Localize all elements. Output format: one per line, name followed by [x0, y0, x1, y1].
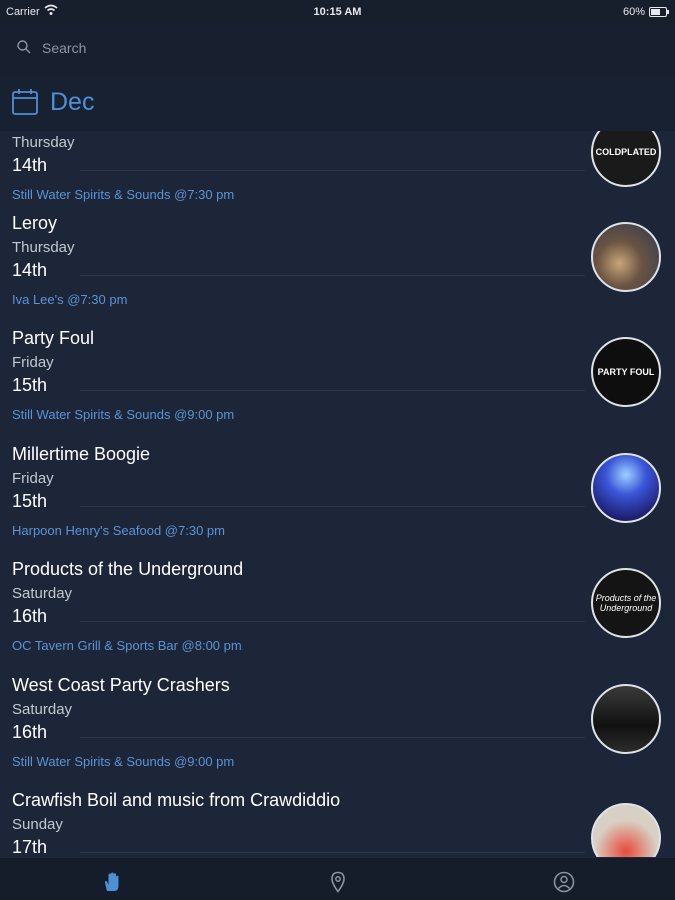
event-weekday: Saturday [12, 701, 73, 718]
event-day: 15th [12, 375, 48, 395]
profile-icon[interactable] [552, 870, 576, 894]
month-title: Dec [50, 88, 95, 116]
row-divider [80, 852, 585, 853]
row-divider [80, 275, 585, 276]
clock-time: 10:15 AM [313, 6, 362, 18]
event-thumbnail [591, 222, 661, 292]
event-title: Leroy [12, 213, 58, 233]
event-thumbnail: PARTY FOUL [591, 337, 661, 407]
event-list: Thursday 14th Still Water Spirits & Soun… [0, 131, 675, 857]
event-item[interactable]: Party Foul Friday 15th Still Water Spiri… [0, 327, 675, 442]
status-bar: Carrier 10:15 AM 60% [0, 0, 675, 24]
event-thumbnail: Products of the Underground [591, 568, 661, 638]
event-title: Products of the Underground [12, 559, 244, 579]
search-bar [0, 24, 675, 76]
row-divider [80, 506, 585, 507]
battery-percentage: 60% [622, 6, 645, 18]
event-item[interactable]: Millertime Boogie Friday 15th Harpoon He… [0, 443, 675, 558]
thumbnail-logo-text: Products of the Underground [595, 593, 657, 613]
search-icon [17, 40, 31, 54]
event-venue: Still Water Spirits & Sounds @9:00 pm [12, 407, 235, 422]
event-item[interactable]: Products of the Underground Saturday 16t… [0, 558, 675, 673]
tab-bar [0, 857, 675, 900]
event-item[interactable]: Crawfish Boil and music from Crawdiddio … [0, 789, 675, 857]
event-venue: Harpoon Henry's Seafood @7:30 pm [12, 523, 225, 538]
event-thumbnail [591, 453, 661, 523]
event-item[interactable]: Leroy Thursday 14th Iva Lee's @7:30 pm [0, 212, 675, 327]
event-weekday: Thursday [12, 239, 75, 256]
app-screen: Carrier 10:15 AM 60% Dec Thur [0, 0, 675, 900]
event-weekday: Sunday [12, 816, 63, 833]
event-venue: OC Tavern Grill & Sports Bar @8:00 pm [12, 638, 242, 653]
event-weekday: Thursday [12, 134, 75, 151]
event-thumbnail [591, 684, 661, 754]
hand-icon[interactable] [100, 870, 124, 894]
event-thumbnail [591, 803, 661, 857]
event-day: 16th [12, 722, 48, 742]
month-header: Dec [0, 76, 675, 131]
event-day: 15th [12, 491, 48, 511]
row-divider [80, 621, 585, 622]
event-thumbnail: COLDPLATED [591, 131, 661, 187]
search-input[interactable] [40, 35, 644, 61]
event-day: 14th [12, 155, 48, 175]
event-weekday: Friday [12, 354, 54, 371]
event-weekday: Friday [12, 470, 54, 487]
event-item[interactable]: Thursday 14th Still Water Spirits & Soun… [0, 131, 675, 222]
event-day: 14th [12, 260, 48, 280]
row-divider [80, 170, 585, 171]
event-venue: Still Water Spirits & Sounds @9:00 pm [12, 754, 235, 769]
event-venue: Still Water Spirits & Sounds @7:30 pm [12, 187, 235, 202]
location-pin-icon[interactable] [326, 870, 350, 894]
event-weekday: Saturday [12, 585, 73, 602]
battery-icon [649, 7, 669, 17]
event-title: Party Foul [12, 328, 95, 348]
event-day: 16th [12, 606, 48, 626]
row-divider [80, 390, 585, 391]
event-title: West Coast Party Crashers [12, 675, 230, 695]
row-divider [80, 737, 585, 738]
thumbnail-logo-text: PARTY FOUL [597, 367, 655, 377]
event-day: 17th [12, 837, 48, 857]
event-item[interactable]: West Coast Party Crashers Saturday 16th … [0, 674, 675, 789]
calendar-icon [12, 89, 38, 115]
thumbnail-logo-text: COLDPLATED [595, 147, 657, 157]
event-venue: Iva Lee's @7:30 pm [12, 292, 128, 307]
event-title: Crawfish Boil and music from Crawdiddio [12, 790, 341, 810]
event-title: Millertime Boogie [12, 444, 151, 464]
